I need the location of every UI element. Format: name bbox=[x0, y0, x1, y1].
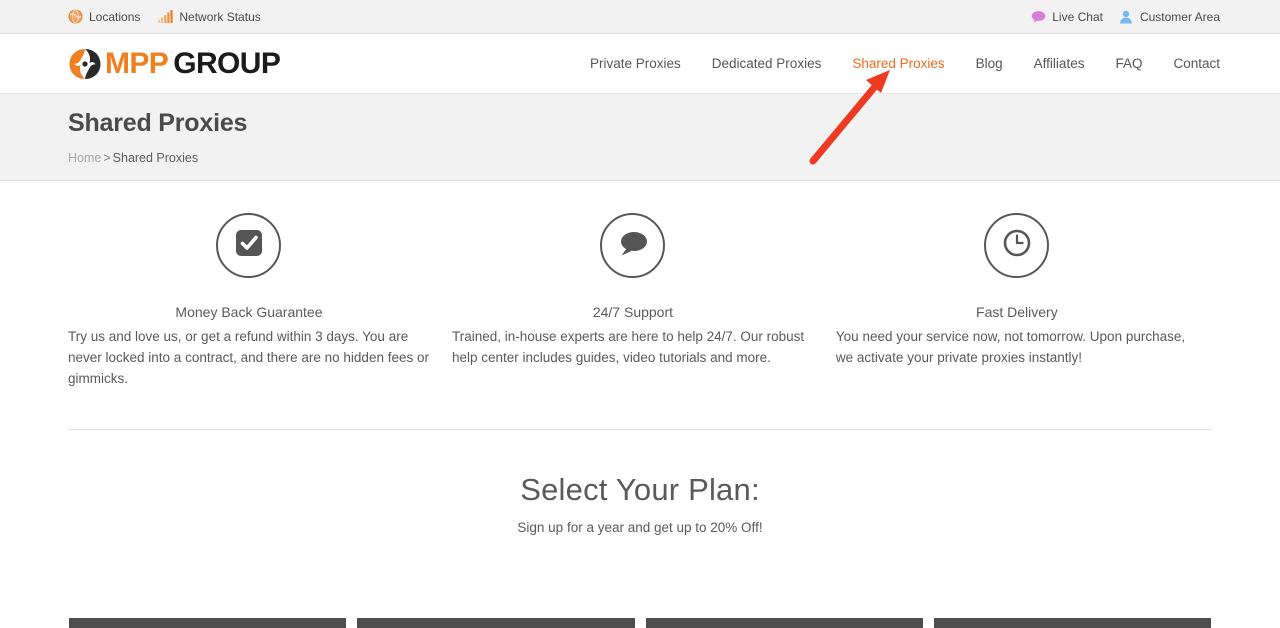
topbar-item-live-chat[interactable]: Live Chat bbox=[1031, 9, 1103, 24]
plans-heading-block: Select Your Plan: Sign up for a year and… bbox=[0, 430, 1280, 535]
nav-item-affiliates[interactable]: Affiliates bbox=[1034, 56, 1085, 71]
page-hero-band: Shared Proxies Home > Shared Proxies bbox=[0, 93, 1280, 181]
feature-description: Try us and love us, or get a refund with… bbox=[68, 329, 429, 386]
feature-title: Money Back Guarantee bbox=[175, 304, 323, 320]
plan-card-header[interactable] bbox=[645, 618, 923, 628]
utility-topbar: Locations Network Status Live Chat Custo… bbox=[0, 0, 1280, 34]
plans-subtitle: Sign up for a year and get up to 20% Off… bbox=[517, 520, 763, 535]
feature-icon-wrap bbox=[68, 213, 430, 278]
user-icon bbox=[1119, 9, 1134, 24]
breadcrumb: Home > Shared Proxies bbox=[68, 151, 1220, 165]
plans-title: Select Your Plan: bbox=[520, 472, 760, 507]
topbar-item-customer-area[interactable]: Customer Area bbox=[1119, 9, 1220, 24]
topbar-item-locations[interactable]: Locations bbox=[68, 9, 140, 24]
feature-columns: Money Back Guarantee Try us and love us,… bbox=[0, 181, 1280, 389]
feature-title: 24/7 Support bbox=[592, 304, 674, 320]
topbar-right-group: Live Chat Customer Area bbox=[1031, 9, 1220, 24]
feature-title: Fast Delivery bbox=[976, 304, 1058, 320]
topbar-item-label: Locations bbox=[89, 9, 141, 24]
signal-bars-icon bbox=[158, 9, 173, 24]
feature-description: You need your service now, not tomorrow.… bbox=[835, 329, 1186, 365]
nav-item-shared-proxies[interactable]: Shared Proxies bbox=[852, 56, 944, 71]
feature-money-back-guarantee: Money Back Guarantee Try us and love us,… bbox=[68, 213, 452, 389]
topbar-item-label: Network Status bbox=[179, 9, 261, 24]
plan-card-header[interactable] bbox=[357, 618, 635, 628]
plan-card-header[interactable] bbox=[69, 618, 347, 628]
nav-item-contact[interactable]: Contact bbox=[1173, 56, 1220, 71]
check-square-icon bbox=[233, 227, 265, 264]
breadcrumb-current: Shared Proxies bbox=[112, 151, 199, 165]
feature-icon-circle bbox=[216, 213, 282, 278]
feature-icon-wrap bbox=[452, 213, 814, 278]
topbar-item-label: Customer Area bbox=[1139, 9, 1220, 24]
site-header: MPP GROUP Private Proxies Dedicated Proxi… bbox=[0, 34, 1280, 93]
page-title: Shared Proxies bbox=[68, 109, 248, 137]
chat-bubble-icon bbox=[616, 228, 650, 263]
plan-card-header[interactable] bbox=[933, 618, 1211, 628]
feature-icon-wrap bbox=[836, 213, 1198, 278]
logo-text-primary: MPP bbox=[105, 46, 169, 80]
globe-icon bbox=[68, 9, 83, 24]
nav-item-faq[interactable]: FAQ bbox=[1115, 56, 1142, 71]
page-root: Locations Network Status Live Chat Custo… bbox=[0, 0, 1280, 628]
topbar-item-label: Live Chat bbox=[1052, 9, 1103, 24]
nav-item-private-proxies[interactable]: Private Proxies bbox=[590, 56, 681, 71]
breadcrumb-separator: > bbox=[103, 151, 111, 165]
site-logo[interactable]: MPP GROUP bbox=[68, 46, 281, 80]
feature-icon-circle bbox=[600, 213, 666, 278]
nav-item-dedicated-proxies[interactable]: Dedicated Proxies bbox=[712, 56, 822, 71]
nav-item-blog[interactable]: Blog bbox=[976, 56, 1003, 71]
topbar-left-group: Locations Network Status bbox=[68, 9, 261, 24]
logo-text-secondary: GROUP bbox=[173, 46, 281, 80]
plan-cards-row bbox=[69, 618, 1211, 628]
clock-icon bbox=[1002, 228, 1032, 263]
feature-icon-circle bbox=[984, 213, 1050, 278]
feature-fast-delivery: Fast Delivery You need your service now,… bbox=[836, 213, 1220, 389]
swirl-logo-icon bbox=[68, 48, 102, 80]
topbar-item-network-status[interactable]: Network Status bbox=[158, 9, 261, 24]
breadcrumb-home-link[interactable]: Home bbox=[68, 151, 101, 165]
feature-247-support: 24/7 Support Trained, in-house experts a… bbox=[452, 213, 836, 389]
main-navigation: Private Proxies Dedicated Proxies Shared… bbox=[590, 56, 1220, 71]
chat-bubble-icon bbox=[1031, 9, 1046, 24]
feature-description: Trained, in-house experts are here to he… bbox=[451, 329, 805, 365]
